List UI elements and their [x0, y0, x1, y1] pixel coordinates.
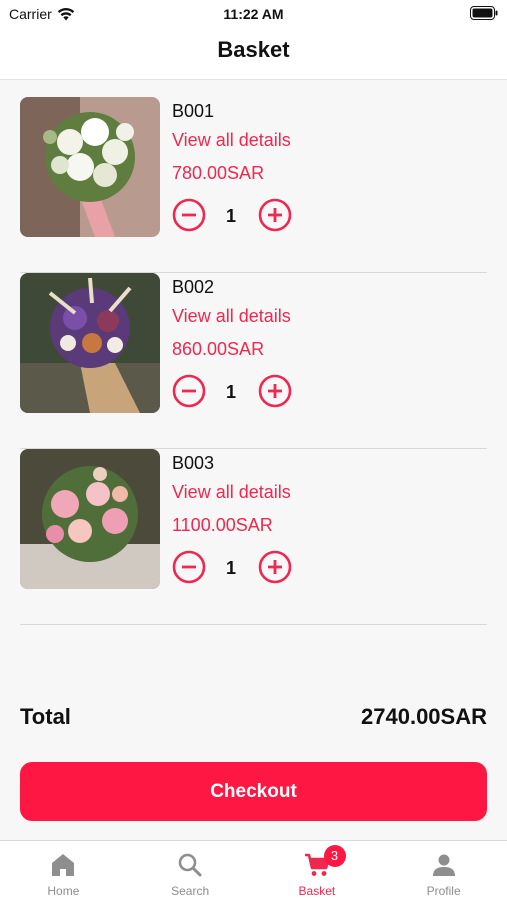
tab-label: Basket: [298, 884, 336, 898]
decrease-quantity-button[interactable]: [172, 550, 206, 584]
status-bar: Carrier 11:22 AM: [0, 0, 507, 28]
product-code: B002: [172, 277, 215, 297]
page-title: Basket: [217, 37, 290, 62]
product-code: B003: [172, 453, 215, 473]
total-row: Total 2740.00SAR: [20, 704, 487, 734]
view-details-link[interactable]: View all details: [172, 130, 291, 151]
battery-icon: [470, 6, 498, 20]
home-icon: [52, 854, 75, 876]
cart-count-badge: 3: [323, 845, 346, 867]
nav-bar: Basket: [0, 28, 507, 80]
view-details-link[interactable]: View all details: [172, 306, 291, 327]
tab-label: Search: [171, 884, 210, 898]
tab-bar: Home Search 3 Basket Profile: [0, 840, 507, 900]
decrease-quantity-button[interactable]: [172, 198, 206, 232]
basket-item: B003 View all details 1100.00SAR 1: [20, 449, 487, 625]
search-icon: [178, 853, 202, 877]
basket-item: B001 View all details 780.00SAR 1: [20, 97, 487, 273]
decrease-quantity-button[interactable]: [172, 374, 206, 408]
product-price: 1100.00SAR: [172, 515, 273, 535]
total-amount: 2740.00SAR: [361, 704, 487, 729]
tab-label: Home: [47, 884, 80, 898]
tab-search[interactable]: Search: [127, 841, 254, 900]
tab-profile[interactable]: Profile: [380, 841, 507, 900]
product-image[interactable]: [20, 273, 160, 413]
quantity-value: 1: [225, 206, 236, 226]
quantity-value: 1: [225, 382, 236, 402]
checkout-button[interactable]: Checkout: [20, 762, 487, 821]
quantity-value: 1: [225, 558, 236, 578]
product-price: 780.00SAR: [172, 163, 265, 183]
product-price: 860.00SAR: [172, 339, 265, 359]
view-details-link[interactable]: View all details: [172, 482, 291, 503]
increase-quantity-button[interactable]: [258, 550, 292, 584]
product-image[interactable]: [20, 97, 160, 237]
total-label: Total: [20, 704, 71, 729]
product-code: B001: [172, 101, 215, 121]
person-icon: [432, 854, 455, 876]
tab-home[interactable]: Home: [0, 841, 127, 900]
tab-basket[interactable]: 3 Basket: [254, 841, 381, 900]
increase-quantity-button[interactable]: [258, 374, 292, 408]
increase-quantity-button[interactable]: [258, 198, 292, 232]
tab-label: Profile: [426, 884, 461, 898]
basket-item: B002 View all details 860.00SAR 1: [20, 273, 487, 449]
clock: 11:22 AM: [223, 6, 284, 22]
product-image[interactable]: [20, 449, 160, 589]
